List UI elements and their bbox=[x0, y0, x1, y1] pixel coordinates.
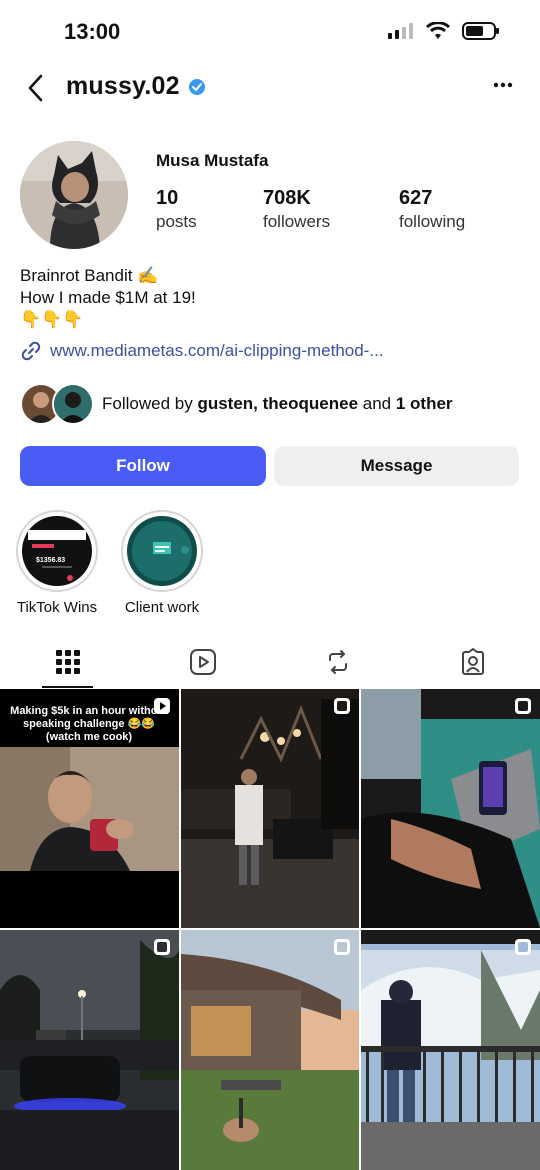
message-button[interactable]: Message bbox=[274, 446, 519, 486]
display-name: Musa Mustafa bbox=[156, 151, 269, 170]
post-thumbnail[interactable] bbox=[181, 689, 359, 928]
bio: Brainrot Bandit ✍️ How I made $1M at 19!… bbox=[20, 265, 196, 331]
verified-badge-icon bbox=[188, 78, 205, 95]
highlight-thumbnail: $1356.83 bbox=[22, 516, 92, 586]
highlight-client-work[interactable]: Client work bbox=[112, 510, 212, 616]
highlight-label: Client work bbox=[124, 599, 200, 616]
followers-label: followers bbox=[263, 212, 331, 231]
post-thumbnail[interactable]: Making $5k in an hour without speaking c… bbox=[0, 689, 179, 928]
profile-avatar[interactable] bbox=[20, 141, 128, 249]
post-thumbnail[interactable] bbox=[181, 930, 359, 1170]
reel-icon bbox=[154, 939, 170, 955]
separator: , bbox=[253, 394, 263, 413]
status-icons bbox=[388, 22, 500, 40]
post-thumbnail[interactable] bbox=[0, 930, 179, 1170]
reel-icon bbox=[334, 939, 350, 955]
tab-reels[interactable] bbox=[135, 635, 270, 689]
post-thumbnail[interactable] bbox=[361, 689, 540, 928]
bio-link-text[interactable]: www.mediametas.com/ai-clipping-method-..… bbox=[50, 341, 384, 361]
followed-by-prefix: Followed by bbox=[102, 394, 198, 413]
more-options-icon[interactable] bbox=[492, 74, 514, 96]
posts-count: 10 bbox=[156, 187, 179, 209]
following-stat[interactable]: 627 following bbox=[399, 187, 465, 232]
username-row: mussy.02 bbox=[66, 72, 206, 101]
avatar-image bbox=[20, 141, 128, 249]
tab-tagged[interactable] bbox=[405, 635, 540, 689]
followers-stat[interactable]: 708K followers bbox=[263, 187, 330, 232]
highlight-label: TikTok Wins bbox=[16, 599, 98, 616]
mutual-avatars bbox=[20, 383, 96, 425]
reel-icon bbox=[154, 698, 170, 714]
battery-icon bbox=[462, 22, 499, 40]
posts-label: posts bbox=[156, 212, 197, 231]
followers-count: 708K bbox=[263, 187, 311, 209]
following-label: following bbox=[399, 212, 466, 231]
posts-stat[interactable]: 10 posts bbox=[156, 187, 197, 232]
reel-icon bbox=[515, 939, 531, 955]
highlight-ring bbox=[121, 510, 203, 592]
highlight-thumbnail bbox=[127, 516, 197, 586]
reel-icon bbox=[334, 698, 350, 714]
highlight-ring: $1356.83 bbox=[16, 510, 98, 592]
reels-icon bbox=[189, 649, 216, 675]
status-bar: 13:00 bbox=[0, 0, 540, 64]
back-chevron-icon[interactable] bbox=[22, 72, 50, 104]
post-grid: Making $5k in an hour without speaking c… bbox=[0, 689, 540, 1170]
avatar bbox=[52, 383, 94, 425]
tab-reposts[interactable] bbox=[270, 635, 405, 689]
tab-grid[interactable] bbox=[0, 635, 135, 689]
reel-icon bbox=[515, 698, 531, 714]
profile-header: mussy.02 bbox=[0, 64, 540, 112]
bio-line: How I made $1M at 19! bbox=[20, 288, 196, 307]
signal-icon bbox=[388, 23, 413, 39]
follower-name: theoquenee bbox=[262, 394, 359, 413]
bio-line: 👇👇👇 bbox=[20, 310, 84, 329]
post-thumbnail[interactable] bbox=[361, 930, 540, 1170]
highlight-amount: $1356.83 bbox=[36, 557, 65, 564]
link-icon bbox=[21, 341, 41, 361]
active-tab-indicator bbox=[42, 686, 93, 688]
highlight-tiktok-wins[interactable]: $1356.83 TikTok Wins bbox=[7, 510, 107, 616]
bio-line: Brainrot Bandit ✍️ bbox=[20, 266, 159, 285]
username: mussy.02 bbox=[66, 72, 180, 100]
bio-link[interactable]: www.mediametas.com/ai-clipping-method-..… bbox=[20, 340, 384, 362]
wifi-icon bbox=[426, 22, 450, 39]
mutual-followers[interactable]: Followed by gusten, theoquenee and 1 oth… bbox=[20, 383, 453, 425]
grid-icon bbox=[55, 650, 80, 674]
other-count: 1 other bbox=[395, 394, 453, 413]
follow-button[interactable]: Follow bbox=[20, 446, 266, 486]
status-time: 13:00 bbox=[64, 19, 121, 44]
followed-by-text: Followed by gusten, theoquenee and 1 oth… bbox=[102, 394, 453, 414]
post-overlay-text: Making $5k in an hour without speaking c… bbox=[10, 705, 168, 743]
follower-name: gusten bbox=[197, 394, 254, 413]
and-text: and bbox=[358, 394, 396, 413]
repost-icon bbox=[328, 650, 347, 674]
profile-tabs bbox=[0, 635, 540, 689]
following-count: 627 bbox=[399, 187, 433, 209]
tagged-icon bbox=[461, 648, 484, 675]
